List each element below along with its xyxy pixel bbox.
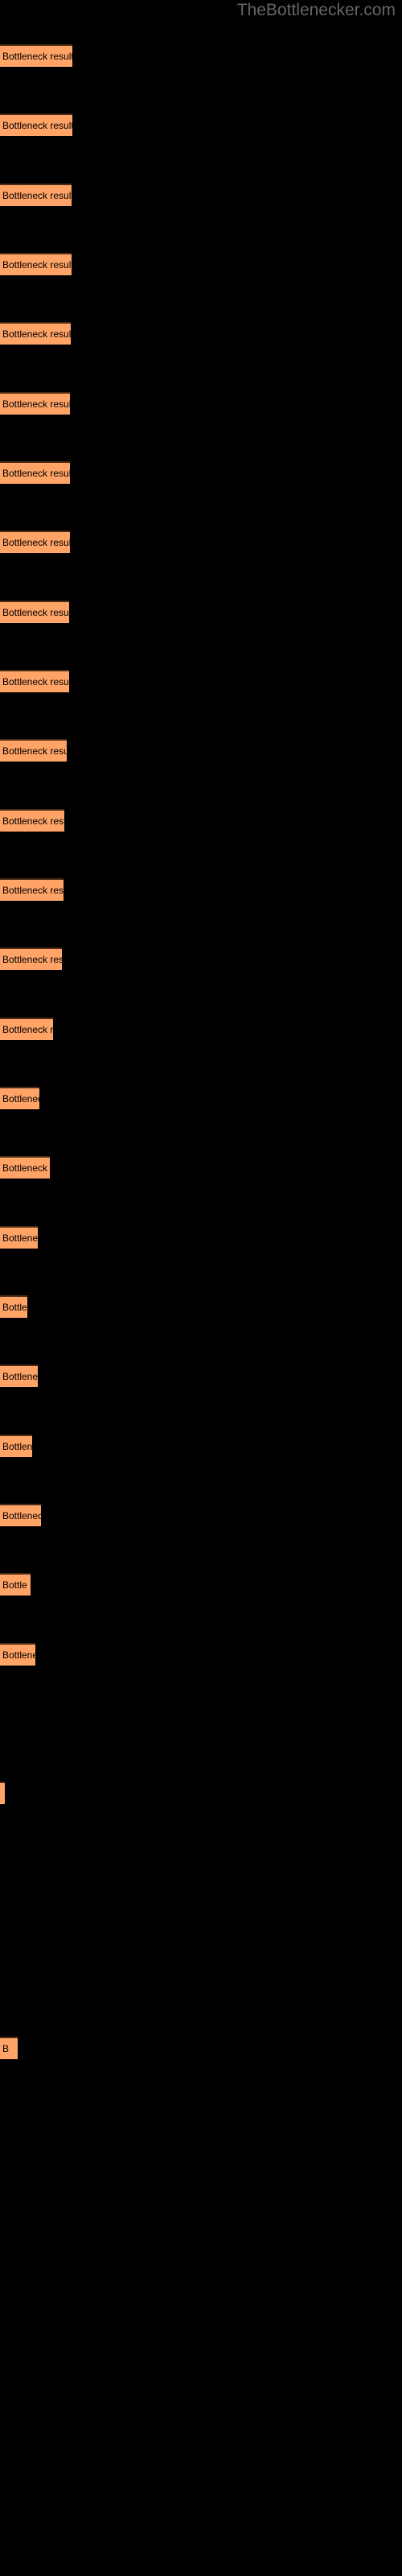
chart-bar-label: Bottleneck result (2, 537, 70, 548)
chart-bar[interactable]: Bottleneck (0, 1504, 41, 1526)
chart-bar[interactable]: Bottleneck result (0, 44, 72, 67)
chart-bar-label: Bottleneck (2, 1510, 41, 1521)
chart-bar[interactable]: Bottleneck result (0, 184, 72, 206)
chart-bar[interactable]: Bottleneck result (0, 670, 69, 692)
chart-bar-label: Bottleneck result (2, 51, 72, 62)
chart-bar-label: B (2, 2043, 10, 2054)
chart-bar[interactable]: Bottleneck result (0, 253, 72, 275)
chart-bar-label: Bottle (2, 1302, 27, 1313)
chart-bar-label: Bottlene (2, 1441, 32, 1452)
chart-bar-label: Bottleneck res (2, 1162, 50, 1174)
chart-bar-label: Bottlene (2, 1649, 35, 1661)
chart-bar[interactable]: B (0, 2037, 18, 2059)
chart-bar[interactable]: Bottleneck result (0, 739, 67, 762)
chart-bars-container: Bottleneck result Bottleneck result Bottle… (0, 0, 402, 2576)
chart-bar-label: Bottleneck result (2, 259, 72, 270)
chart-bar[interactable]: Bottleneck result (0, 322, 71, 345)
chart-bar[interactable]: Bottle (0, 1295, 27, 1318)
chart-bar[interactable]: Bottleneck result (0, 392, 70, 415)
chart-bar[interactable]: Bottleneck result (0, 601, 69, 623)
chart-bar[interactable]: Bottlene (0, 1643, 35, 1666)
chart-bar[interactable]: Bottleneck result (0, 530, 70, 553)
chart-bar[interactable] (0, 1781, 5, 1804)
chart-bar-label: Bottlened (2, 1232, 38, 1244)
chart-bar-label: Bottleneck result (2, 745, 67, 757)
chart-bar-label: Bottleneck result (2, 954, 62, 965)
chart-bar[interactable]: Bottleneck result (0, 809, 64, 832)
chart-bar-label: Bottleneck result (2, 328, 71, 340)
chart-bar-label: Bottleneck result (2, 120, 72, 131)
chart-bar-label: Bottleneck result (2, 676, 69, 687)
chart-bar-label: Bottle (2, 1579, 27, 1591)
chart-bar[interactable]: Bottleneck resu (0, 1018, 53, 1040)
chart-bar-label: Bottleneck result (2, 815, 64, 827)
bottleneck-chart: TheBottlenecker.com Bottleneck result Bot… (0, 0, 402, 2576)
chart-bar[interactable]: Bottleneck result (0, 878, 64, 901)
chart-bar-label: Bottleneck result (2, 398, 70, 410)
chart-bar-label: Bottleneck result (2, 190, 72, 201)
chart-bar[interactable]: Bottleneck (0, 1087, 39, 1109)
chart-bar-label: Bottleneck result (2, 468, 70, 479)
chart-bar[interactable]: Bottleneck result (0, 461, 70, 484)
chart-bar-label: Bottleneck (2, 1093, 39, 1104)
chart-bar[interactable]: Bottlenec (0, 1364, 38, 1387)
chart-bar[interactable]: Bottlene (0, 1435, 32, 1457)
chart-bar[interactable]: Bottle (0, 1573, 31, 1596)
chart-bar-label: Bottlenec (2, 1371, 38, 1382)
chart-bar[interactable]: Bottleneck result (0, 947, 62, 970)
chart-bar[interactable]: Bottleneck res (0, 1156, 50, 1179)
chart-bar[interactable]: Bottlened (0, 1226, 38, 1249)
chart-bar-label: Bottleneck result (2, 607, 69, 618)
chart-bar[interactable]: Bottleneck result (0, 114, 72, 136)
chart-bar-label: Bottleneck resu (2, 1024, 53, 1035)
chart-bar-label: Bottleneck result (2, 885, 64, 896)
